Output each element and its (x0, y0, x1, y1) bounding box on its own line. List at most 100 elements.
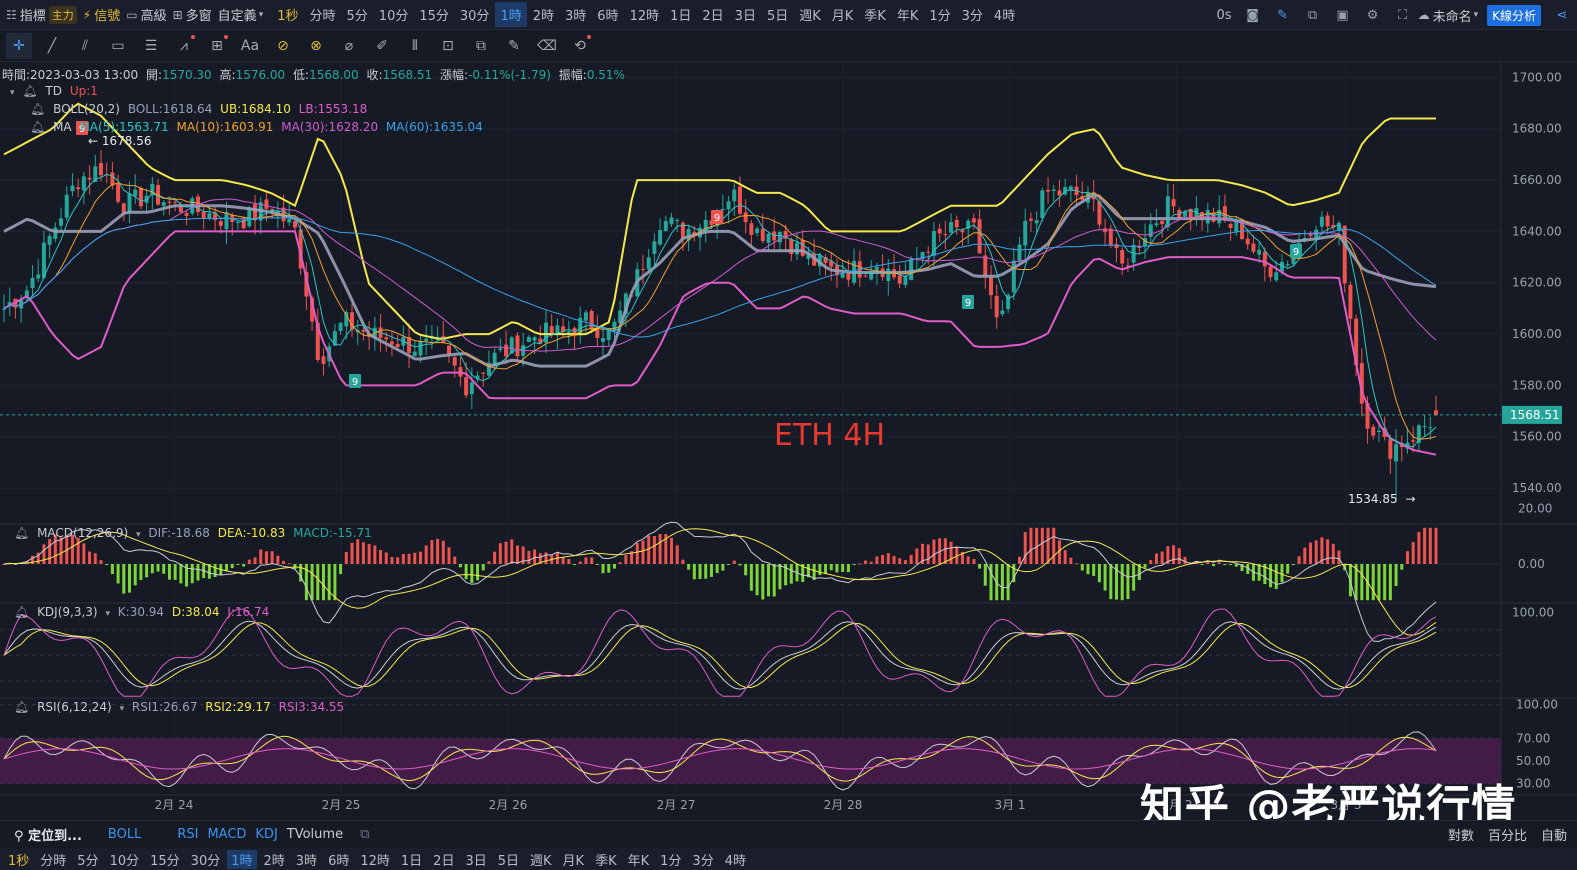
interval-tab-7[interactable]: 2時 (528, 2, 559, 27)
interval-tab-15[interactable]: 週K (794, 2, 826, 27)
ruler-icon[interactable]: ⌀ (336, 33, 362, 59)
parallel-channel-icon[interactable]: ⫽ (72, 33, 98, 59)
percent-scale-toggle[interactable]: 百分比 (1488, 825, 1527, 844)
bottom-interval-tab-21[interactable]: 4時 (721, 850, 750, 869)
locate-button[interactable]: ⚲ 定位到... (14, 825, 82, 844)
macd-legend[interactable]: 🔔︎ MACD(12,26,9) ▾ DIF:-18.68 DEA:-10.83… (14, 526, 376, 540)
lock-icon[interactable]: ⊡ (435, 33, 461, 59)
measure-icon[interactable]: ⊞ (204, 33, 230, 59)
copy-icon[interactable]: ⧉ (468, 33, 494, 59)
interval-tab-1[interactable]: 分時 (305, 2, 341, 27)
boll-legend[interactable]: 🔔︎ BOLL(20,2) BOLL:1618.64 UB:1684.10 LB… (30, 102, 371, 116)
save-icon[interactable]: ▣ (1334, 6, 1352, 24)
trend-line-icon[interactable]: ╱ (39, 33, 65, 59)
interval-tab-14[interactable]: 5日 (762, 2, 793, 27)
bottom-interval-tab-4[interactable]: 15分 (146, 850, 184, 869)
interval-tab-18[interactable]: 年K (892, 2, 924, 27)
chevron-down-icon[interactable]: ▾ (105, 609, 110, 619)
bottom-interval-tab-15[interactable]: 週K (526, 850, 556, 869)
bottom-interval-tab-3[interactable]: 10分 (106, 850, 144, 869)
fullscreen-icon[interactable]: ⛶ (1394, 6, 1412, 24)
bars-pattern-icon[interactable]: ⫴ (402, 33, 428, 59)
bell-icon[interactable]: 🔔︎ (14, 605, 29, 619)
edit-icon[interactable]: ✎ (501, 33, 527, 59)
pencil-icon[interactable]: ✐ (369, 33, 395, 59)
popout-icon[interactable]: ⧉ (1304, 6, 1322, 24)
bottom-interval-tab-13[interactable]: 3日 (461, 850, 490, 869)
ma-legend[interactable]: 🔔︎ MA MA(5):1563.71 MA(10):1603.91 MA(30… (30, 120, 487, 134)
multi-window-menu[interactable]: ⊞ 多窗 (173, 5, 212, 25)
indicator-tab-kdj[interactable]: KDJ (255, 827, 277, 842)
indicators-menu[interactable]: ☷ 指標 主力 (6, 5, 77, 24)
auto-scale-toggle[interactable]: 自動 (1541, 825, 1567, 844)
edit-indicators-icon[interactable]: ⧉ (360, 827, 369, 842)
camera-icon[interactable]: ◙ (1244, 6, 1262, 24)
custom-menu[interactable]: 自定義 ▾ (218, 5, 267, 24)
share-icon[interactable]: ⋖ (1553, 6, 1571, 24)
bottom-interval-tab-2[interactable]: 5分 (73, 850, 102, 869)
interval-tab-5[interactable]: 30分 (455, 2, 495, 27)
bottom-interval-tab-16[interactable]: 月K (559, 850, 589, 869)
magnet-icon[interactable]: ⟲ (567, 33, 593, 59)
interval-tab-2[interactable]: 5分 (342, 2, 373, 27)
bottom-interval-tab-0[interactable]: 1秒 (4, 850, 33, 869)
interval-tab-0[interactable]: 1秒 (272, 2, 303, 27)
interval-tab-11[interactable]: 1日 (665, 2, 696, 27)
rsi-legend[interactable]: 🔔︎ RSI(6,12,24) ▾ RSI1:26.67 RSI2:29.17 … (14, 700, 348, 714)
wave-pattern-icon[interactable]: ⩘ (171, 33, 197, 59)
workspace-menu[interactable]: ☁ 未命名 ▾ (1418, 6, 1482, 25)
pen-icon[interactable]: ✎ (1274, 6, 1292, 24)
bottom-interval-tab-18[interactable]: 年K (624, 850, 654, 869)
settings-icon[interactable]: ⚙ (1364, 6, 1382, 24)
bottom-interval-tab-5[interactable]: 30分 (187, 850, 225, 869)
signal-menu[interactable]: ⚡ 信號 (83, 5, 120, 25)
bell-icon[interactable]: 🔔︎ (30, 120, 45, 134)
trash-icon[interactable]: ⌫ (534, 33, 560, 59)
bell-icon[interactable]: 🔔︎ (14, 526, 29, 540)
interval-tab-17[interactable]: 季K (859, 2, 891, 27)
bottom-interval-tab-12[interactable]: 2日 (429, 850, 458, 869)
kline-analysis-button[interactable]: K線分析 (1487, 4, 1541, 26)
eraser-icon[interactable]: ⊗ (303, 33, 329, 59)
kdj-legend[interactable]: 🔔︎ KDJ(9,3,3) ▾ K:30.94 D:38.04 J:16.74 (14, 605, 273, 619)
bottom-interval-tab-9[interactable]: 6時 (324, 850, 353, 869)
advanced-menu[interactable]: ▭ 高級 (126, 5, 166, 25)
interval-tab-19[interactable]: 1分 (924, 2, 955, 27)
bottom-interval-tab-7[interactable]: 2時 (260, 850, 289, 869)
bottom-interval-tab-8[interactable]: 3時 (292, 850, 321, 869)
bell-icon[interactable]: 🔔︎ (30, 102, 45, 116)
interval-tab-4[interactable]: 15分 (414, 2, 454, 27)
interval-tab-12[interactable]: 2日 (697, 2, 728, 27)
indicator-tab-rsi[interactable]: RSI (177, 827, 198, 842)
interval-tab-6[interactable]: 1時 (495, 2, 527, 27)
interval-tab-16[interactable]: 月K (827, 2, 859, 27)
collapse-chevron-icon[interactable]: ▾ (10, 88, 15, 98)
bell-icon[interactable]: 🔔︎ (14, 700, 29, 714)
bottom-interval-tab-20[interactable]: 3分 (688, 850, 717, 869)
bottom-interval-tab-10[interactable]: 12時 (356, 850, 394, 869)
bottom-interval-tab-6[interactable]: 1時 (227, 849, 257, 869)
chevron-down-icon[interactable]: ▾ (136, 530, 141, 540)
bottom-interval-tab-11[interactable]: 1日 (397, 850, 426, 869)
bottom-interval-tab-14[interactable]: 5日 (494, 850, 523, 869)
interval-tab-13[interactable]: 3日 (730, 2, 761, 27)
interval-tab-20[interactable]: 3分 (957, 2, 988, 27)
text-icon[interactable]: Aa (237, 33, 263, 59)
indicator-tab-boll[interactable]: BOLL (108, 827, 141, 842)
crosshair-icon[interactable]: ✛ (6, 32, 32, 59)
indicator-tab-tvolume[interactable]: TVolume (287, 827, 343, 842)
indicator-tab-macd[interactable]: MACD (207, 827, 246, 842)
bottom-interval-tab-1[interactable]: 分時 (36, 850, 70, 869)
interval-tab-9[interactable]: 6時 (592, 2, 623, 27)
rectangle-icon[interactable]: ▭ (105, 33, 131, 59)
chevron-down-icon[interactable]: ▾ (120, 704, 125, 714)
interval-tab-8[interactable]: 3時 (560, 2, 591, 27)
interval-tab-21[interactable]: 4時 (989, 2, 1020, 27)
fib-lines-icon[interactable]: ☰ (138, 33, 164, 59)
bottom-interval-tab-17[interactable]: 季K (591, 850, 621, 869)
log-scale-toggle[interactable]: 對數 (1448, 825, 1474, 844)
td-legend[interactable]: ▾ 🔔︎ TD Up:1 (10, 84, 102, 98)
interval-tab-10[interactable]: 12時 (625, 2, 665, 27)
interval-tab-3[interactable]: 10分 (374, 2, 414, 27)
bottom-interval-tab-19[interactable]: 1分 (656, 850, 685, 869)
